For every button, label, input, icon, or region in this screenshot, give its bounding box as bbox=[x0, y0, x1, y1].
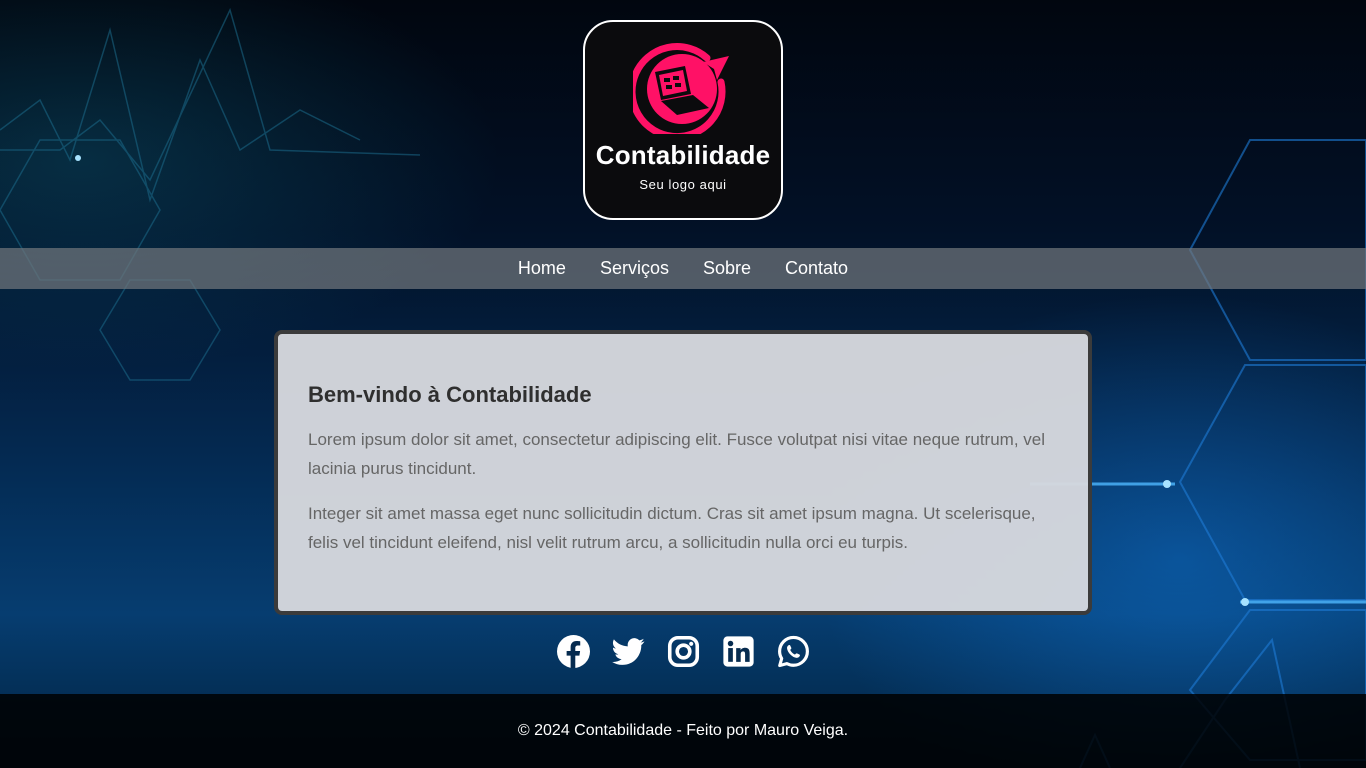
instagram-link[interactable] bbox=[667, 635, 700, 668]
social-links bbox=[0, 635, 1366, 668]
copyright-text: © 2024 Contabilidade - Feito por Mauro V… bbox=[517, 722, 849, 739]
nav-contato[interactable]: Contato bbox=[785, 258, 848, 279]
logo-tagline: Seu logo aqui bbox=[639, 177, 727, 192]
linkedin-link[interactable] bbox=[722, 635, 755, 668]
logo[interactable]: Contabilidade Seu logo aqui bbox=[583, 20, 783, 220]
site-header: Contabilidade Seu logo aqui bbox=[0, 0, 1366, 248]
whatsapp-link[interactable] bbox=[777, 635, 810, 668]
nav-sobre[interactable]: Sobre bbox=[703, 258, 751, 279]
welcome-card: Bem-vindo à Contabilidade Lorem ipsum do… bbox=[274, 330, 1092, 615]
twitter-icon bbox=[611, 638, 644, 665]
welcome-paragraph: Lorem ipsum dolor sit amet, consectetur … bbox=[308, 430, 1046, 478]
laptop-logo-icon bbox=[633, 43, 729, 134]
twitter-link[interactable] bbox=[611, 635, 645, 668]
facebook-link[interactable] bbox=[556, 635, 590, 668]
whatsapp-icon bbox=[777, 635, 809, 668]
linkedin-icon bbox=[722, 636, 754, 667]
main-content: Bem-vindo à Contabilidade Lorem ipsum do… bbox=[0, 289, 1366, 694]
nav-servicos[interactable]: Serviços bbox=[600, 258, 669, 279]
main-nav: Home Serviços Sobre Contato bbox=[0, 248, 1366, 289]
instagram-icon bbox=[667, 635, 699, 668]
welcome-paragraph: Integer sit amet massa eget nunc sollici… bbox=[308, 504, 1036, 552]
site-footer: © 2024 Contabilidade - Feito por Mauro V… bbox=[0, 694, 1366, 768]
logo-name: Contabilidade bbox=[595, 140, 771, 170]
welcome-title: Bem-vindo à Contabilidade bbox=[308, 382, 592, 407]
facebook-icon bbox=[556, 635, 590, 668]
nav-home[interactable]: Home bbox=[518, 258, 566, 279]
